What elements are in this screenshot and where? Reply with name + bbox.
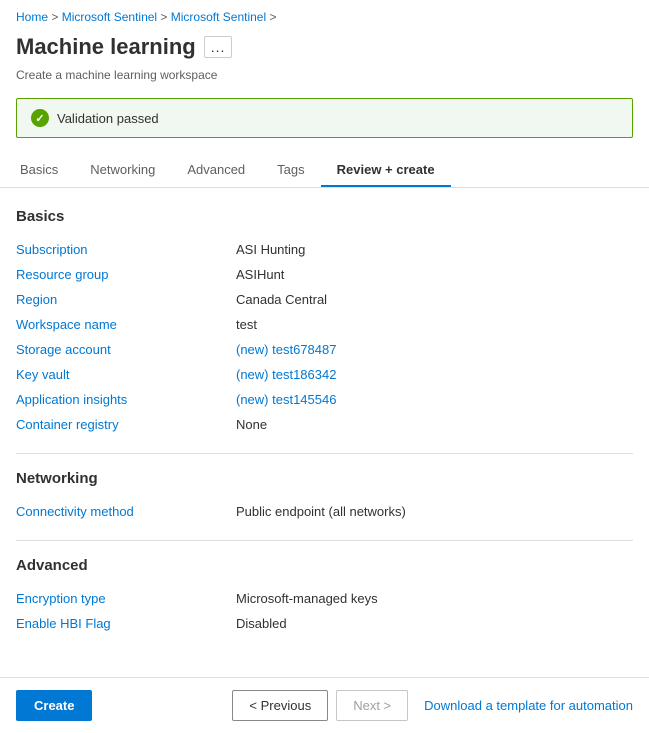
field-label-resource-group[interactable]: Resource group <box>16 267 236 282</box>
field-region: Region Canada Central <box>16 287 633 312</box>
field-label-container-registry[interactable]: Container registry <box>16 417 236 432</box>
validation-text: Validation passed <box>57 111 159 126</box>
field-subscription: Subscription ASI Hunting <box>16 237 633 262</box>
tabs-container: Basics Networking Advanced Tags Review +… <box>0 154 649 188</box>
page-subtitle: Create a machine learning workspace <box>0 68 649 94</box>
breadcrumb-sentinel-1[interactable]: Microsoft Sentinel <box>62 10 157 24</box>
field-value-subscription: ASI Hunting <box>236 242 305 257</box>
advanced-section-title: Advanced <box>16 557 633 574</box>
field-value-key-vault: (new) test186342 <box>236 367 336 382</box>
field-value-connectivity-method: Public endpoint (all networks) <box>236 504 406 519</box>
field-value-workspace-name: test <box>236 317 257 332</box>
create-button[interactable]: Create <box>16 690 92 721</box>
field-label-region[interactable]: Region <box>16 292 236 307</box>
breadcrumb-home[interactable]: Home <box>16 10 48 24</box>
tab-review-create[interactable]: Review + create <box>321 154 451 187</box>
ellipsis-button[interactable]: ... <box>204 36 233 58</box>
breadcrumb-sentinel-2[interactable]: Microsoft Sentinel <box>171 10 266 24</box>
field-value-storage-account: (new) test678487 <box>236 342 336 357</box>
field-value-encryption-type: Microsoft-managed keys <box>236 591 378 606</box>
field-app-insights: Application insights (new) test145546 <box>16 387 633 412</box>
field-label-subscription[interactable]: Subscription <box>16 242 236 257</box>
field-value-hbi-flag: Disabled <box>236 616 287 631</box>
footer: Create < Previous Next > Download a temp… <box>0 677 649 733</box>
tab-basics[interactable]: Basics <box>16 154 74 187</box>
field-hbi-flag: Enable HBI Flag Disabled <box>16 611 633 636</box>
field-label-app-insights[interactable]: Application insights <box>16 392 236 407</box>
validation-check-icon <box>31 109 49 127</box>
tab-networking[interactable]: Networking <box>74 154 171 187</box>
field-workspace-name: Workspace name test <box>16 312 633 337</box>
field-value-app-insights: (new) test145546 <box>236 392 336 407</box>
networking-section-title: Networking <box>16 470 633 487</box>
download-template-link[interactable]: Download a template for automation <box>424 698 633 713</box>
page-title: Machine learning <box>16 34 196 60</box>
next-button[interactable]: Next > <box>336 690 408 721</box>
field-label-encryption-type[interactable]: Encryption type <box>16 591 236 606</box>
field-label-connectivity-method[interactable]: Connectivity method <box>16 504 236 519</box>
field-value-region: Canada Central <box>236 292 327 307</box>
validation-banner: Validation passed <box>16 98 633 138</box>
page-header: Machine learning ... <box>0 30 649 68</box>
field-value-resource-group: ASIHunt <box>236 267 284 282</box>
field-connectivity-method: Connectivity method Public endpoint (all… <box>16 499 633 524</box>
field-container-registry: Container registry None <box>16 412 633 437</box>
divider-advanced <box>16 540 633 541</box>
field-label-hbi-flag[interactable]: Enable HBI Flag <box>16 616 236 631</box>
breadcrumb: Home > Microsoft Sentinel > Microsoft Se… <box>0 0 649 30</box>
tab-advanced[interactable]: Advanced <box>171 154 261 187</box>
field-storage-account: Storage account (new) test678487 <box>16 337 633 362</box>
content-area: Basics Subscription ASI Hunting Resource… <box>0 188 649 716</box>
field-label-key-vault[interactable]: Key vault <box>16 367 236 382</box>
previous-button[interactable]: < Previous <box>232 690 328 721</box>
field-encryption-type: Encryption type Microsoft-managed keys <box>16 586 633 611</box>
tab-tags[interactable]: Tags <box>261 154 320 187</box>
divider-networking <box>16 453 633 454</box>
field-label-storage-account[interactable]: Storage account <box>16 342 236 357</box>
field-value-container-registry: None <box>236 417 267 432</box>
field-key-vault: Key vault (new) test186342 <box>16 362 633 387</box>
field-resource-group: Resource group ASIHunt <box>16 262 633 287</box>
basics-section-title: Basics <box>16 208 633 225</box>
field-label-workspace-name[interactable]: Workspace name <box>16 317 236 332</box>
